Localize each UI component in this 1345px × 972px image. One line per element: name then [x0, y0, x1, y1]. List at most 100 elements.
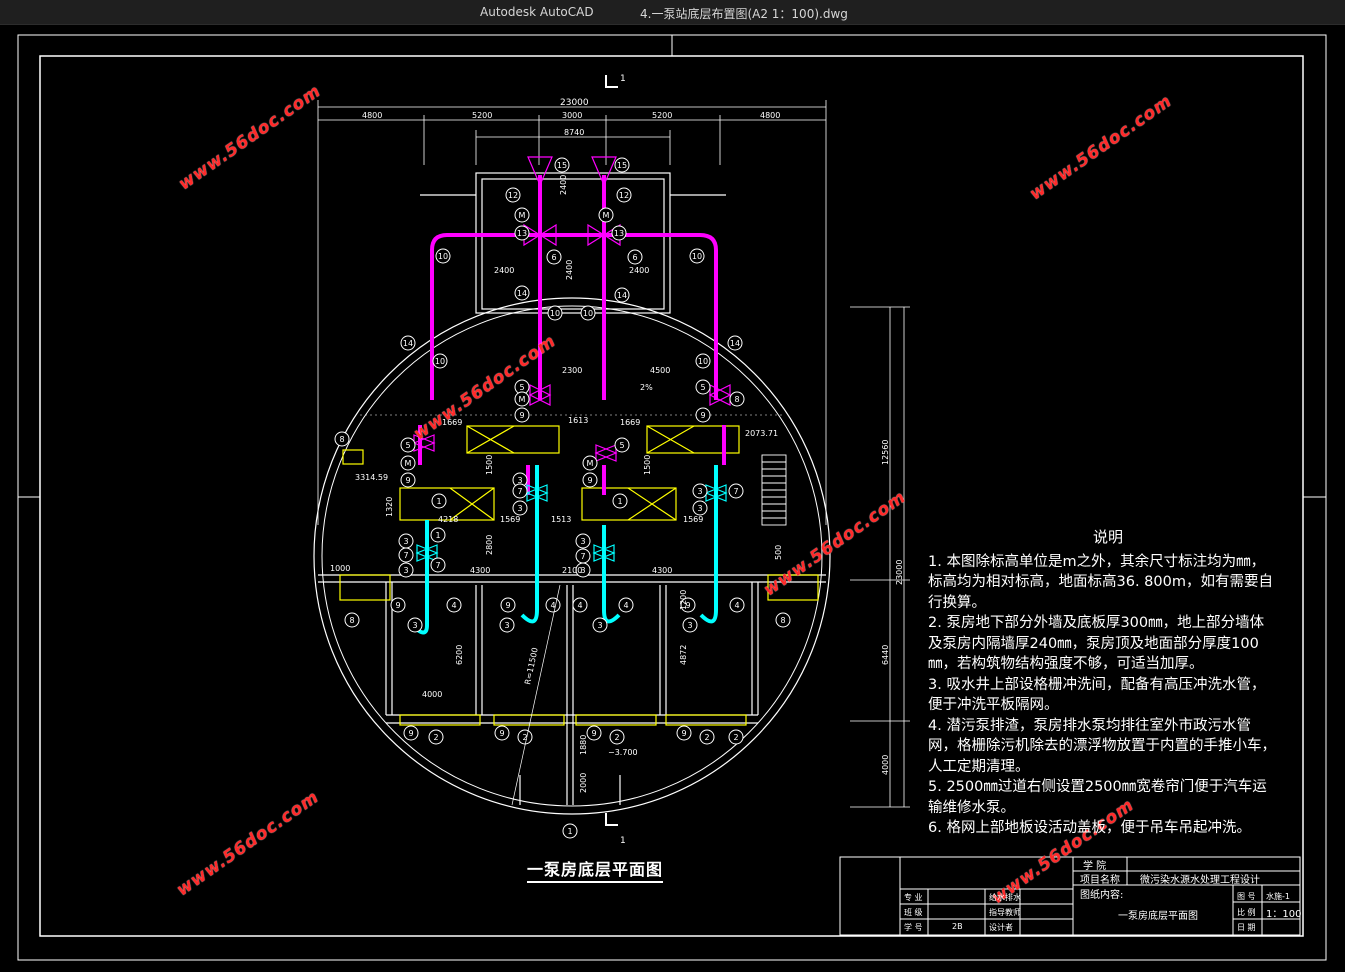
svg-text:5: 5 [519, 383, 524, 392]
svg-text:1500: 1500 [643, 455, 652, 475]
svg-text:4000: 4000 [881, 755, 890, 775]
svg-text:10: 10 [583, 309, 593, 318]
note-item: 3. 吸水井上部设格栅冲洗间，配备有高压冲洗水管，便于冲洗平板隔网。 [928, 676, 1266, 714]
svg-text:12560: 12560 [881, 440, 890, 465]
svg-text:4500: 4500 [650, 366, 670, 375]
valves-cyan [415, 484, 728, 562]
svg-text:3: 3 [597, 621, 602, 630]
svg-text:5: 5 [700, 383, 705, 392]
svg-text:9: 9 [700, 411, 705, 420]
svg-text:1880: 1880 [579, 735, 588, 755]
svg-text:1: 1 [436, 497, 441, 506]
svg-text:2073.71: 2073.71 [745, 429, 778, 438]
svg-text:4: 4 [623, 601, 628, 610]
svg-text:10: 10 [550, 309, 560, 318]
tb-content-label: 图纸内容: [1080, 890, 1124, 901]
svg-text:3: 3 [697, 504, 702, 513]
dim-right-inner: 5200 [652, 111, 672, 120]
section-label-bottom: 1 [620, 836, 626, 846]
svg-text:10: 10 [438, 252, 448, 261]
svg-text:15: 15 [557, 161, 567, 170]
svg-text:6: 6 [632, 253, 637, 262]
svg-text:14: 14 [403, 339, 413, 348]
tb-drawing-no-label: 图 号 [1237, 892, 1256, 901]
svg-text:1: 1 [435, 531, 440, 540]
svg-text:1: 1 [567, 827, 572, 836]
svg-text:1: 1 [617, 497, 622, 506]
plan-title: 一泵房底层平面图 [527, 856, 664, 883]
tb-col2-r2: 指导教师 [989, 908, 1021, 917]
svg-text:2%: 2% [640, 383, 653, 392]
svg-text:3: 3 [504, 621, 509, 630]
svg-text:4218: 4218 [438, 515, 458, 524]
svg-text:2000: 2000 [579, 773, 588, 793]
svg-text:4872: 4872 [679, 645, 688, 665]
tb-content: 一泵房底层平面图 [1118, 911, 1198, 922]
note-item: 2. 泵房地下部分外墙及底板厚300㎜，地上部分墙体及泵房内隔墙厚240㎜，泵房… [928, 615, 1265, 672]
svg-text:13: 13 [517, 229, 527, 238]
tb-date-label: 日 期 [1237, 923, 1256, 932]
right-dimensions [850, 306, 910, 808]
svg-text:3: 3 [580, 537, 585, 546]
dim-upper-span: 8740 [564, 128, 584, 137]
tb-school-label: 学 院 [1083, 861, 1107, 872]
svg-text:9: 9 [395, 601, 400, 610]
svg-text:1613: 1613 [568, 416, 588, 425]
svg-text:4000: 4000 [422, 690, 442, 699]
svg-text:14: 14 [617, 291, 627, 300]
svg-text:M: M [519, 395, 526, 404]
svg-text:10: 10 [435, 357, 445, 366]
tb-row3-label: 学 号 [904, 923, 923, 932]
svg-text:8: 8 [780, 616, 785, 625]
svg-text:7: 7 [733, 487, 738, 496]
svg-text:8: 8 [349, 616, 354, 625]
dim-left-outer: 4800 [362, 111, 382, 120]
svg-text:2400: 2400 [559, 175, 568, 195]
tb-row2-label: 班 级 [904, 908, 923, 917]
svg-text:4300: 4300 [652, 566, 672, 575]
svg-text:M: M [405, 459, 412, 468]
tb-col2-r1: 给水排水 [989, 893, 1021, 902]
svg-text:7: 7 [435, 561, 440, 570]
tb-scale: 1：100 [1266, 909, 1302, 920]
svg-text:3: 3 [517, 504, 522, 513]
svg-text:2: 2 [733, 733, 738, 742]
svg-text:1000: 1000 [330, 564, 350, 573]
svg-text:7: 7 [517, 487, 522, 496]
svg-text:1669: 1669 [620, 418, 640, 427]
svg-text:R=11500: R=11500 [523, 647, 540, 686]
svg-text:9: 9 [681, 729, 686, 738]
dim-left-inner: 5200 [472, 111, 492, 120]
note-item: 5. 2500㎜过道右侧设置2500㎜宽卷帘门便于汽车运输维修水泵。 [928, 779, 1267, 816]
tb-project-label: 项目名称 [1080, 875, 1120, 886]
tb-row1-label: 专 业 [904, 893, 923, 902]
callout-bubbles [334, 157, 791, 839]
tb-row3-value: 2B [952, 922, 963, 931]
svg-text:5: 5 [405, 441, 410, 450]
svg-text:2800: 2800 [485, 535, 494, 555]
svg-text:2: 2 [433, 733, 438, 742]
svg-text:3314.59: 3314.59 [355, 473, 388, 482]
svg-text:14: 14 [517, 289, 527, 298]
note-item: 6. 格网上部地板设活动盖板，便于吊车吊起冲洗。 [928, 820, 1251, 836]
outlet-pipes-magenta [418, 175, 726, 495]
notes-panel: 说明 1. 本图除标高单位是m之外，其余尺寸标注均为㎜，标高均为相对标高，地面标… [928, 527, 1278, 839]
svg-text:7: 7 [403, 551, 408, 560]
valve-chamber [420, 172, 726, 314]
app-name: Autodesk AutoCAD [480, 5, 594, 19]
svg-text:2: 2 [704, 733, 709, 742]
svg-text:10: 10 [698, 357, 708, 366]
svg-text:4: 4 [451, 601, 456, 610]
svg-text:7: 7 [580, 552, 585, 561]
svg-text:12: 12 [508, 191, 518, 200]
svg-text:M: M [519, 211, 526, 220]
svg-text:−3.700: −3.700 [608, 748, 638, 757]
svg-text:15: 15 [617, 161, 627, 170]
svg-text:6200: 6200 [455, 645, 464, 665]
dim-total-width: 23000 [560, 98, 589, 108]
svg-text:1569: 1569 [500, 515, 520, 524]
tb-drawing-no: 水施-1 [1266, 892, 1290, 901]
svg-text:14: 14 [730, 339, 740, 348]
note-item: 1. 本图除标高单位是m之外，其余尺寸标注均为㎜，标高均为相对标高，地面标高36… [928, 553, 1273, 611]
svg-text:1320: 1320 [385, 497, 394, 517]
